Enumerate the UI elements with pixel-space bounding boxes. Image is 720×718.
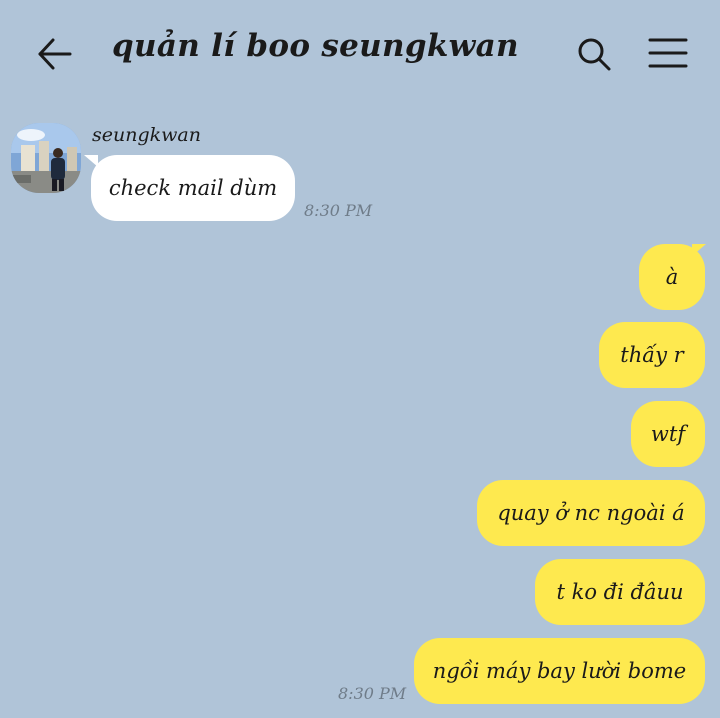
outgoing-message-bubble[interactable]: ngồi máy bay lười bome bbox=[414, 638, 705, 704]
outgoing-message-bubble[interactable]: quay ở nc ngoài á bbox=[477, 480, 705, 546]
outgoing-message-bubble[interactable]: à bbox=[639, 244, 705, 310]
arrow-left-icon bbox=[38, 38, 72, 70]
search-icon bbox=[578, 38, 611, 71]
chat-header: quản lí boo seungkwan bbox=[0, 0, 720, 104]
outgoing-timestamp: 8:30 PM bbox=[338, 684, 407, 703]
outgoing-message-bubble[interactable]: wtf bbox=[631, 401, 705, 467]
profile-photo-icon bbox=[11, 123, 81, 193]
back-button[interactable] bbox=[34, 34, 74, 74]
menu-button[interactable] bbox=[648, 36, 688, 70]
chat-title: quản lí boo seungkwan bbox=[112, 28, 519, 64]
search-button[interactable] bbox=[574, 34, 614, 74]
hamburger-menu-icon bbox=[648, 38, 688, 68]
outgoing-message-bubble[interactable]: thấy r bbox=[599, 322, 705, 388]
incoming-timestamp: 8:30 PM bbox=[304, 201, 373, 220]
avatar[interactable] bbox=[11, 123, 81, 193]
sender-name: seungkwan bbox=[92, 124, 201, 146]
outgoing-message-bubble[interactable]: t ko đi đâuu bbox=[535, 559, 705, 625]
incoming-message-bubble[interactable]: check mail dùm bbox=[91, 155, 295, 221]
